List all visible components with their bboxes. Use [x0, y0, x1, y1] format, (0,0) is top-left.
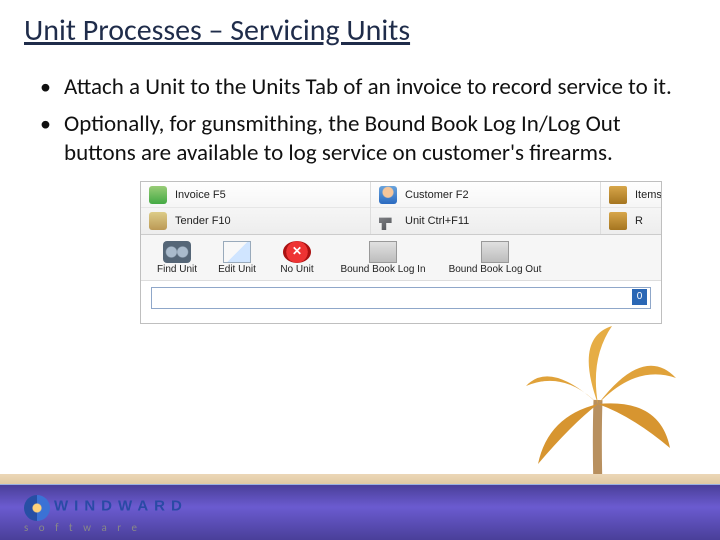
field-indicator-badge: 0	[632, 289, 647, 305]
invoice-label: Invoice F5	[175, 189, 362, 201]
person-icon	[379, 186, 397, 204]
invoice-button[interactable]: Invoice F5	[141, 182, 370, 208]
bullet-list: Attach a Unit to the Units Tab of an inv…	[40, 73, 680, 175]
slide-body: Attach a Unit to the Units Tab of an inv…	[0, 53, 720, 324]
unit-button[interactable]: Unit Ctrl+F11	[371, 208, 600, 234]
tender-label: Tender F10	[175, 215, 362, 227]
input-row: 0	[141, 281, 661, 323]
extra-label: R	[635, 215, 653, 227]
application-screenshot: Invoice F5 Tender F10 Customer F2 Unit C…	[140, 181, 662, 324]
ribbon-bar: Invoice F5 Tender F10 Customer F2 Unit C…	[141, 182, 661, 235]
logo-subtext: s o f t w a r e	[24, 521, 141, 534]
bound-book-logout-label: Bound Book Log Out	[449, 265, 542, 276]
book-icon	[481, 241, 509, 263]
find-unit-button[interactable]: Find Unit	[149, 241, 205, 276]
extra-button[interactable]: R	[601, 208, 661, 234]
box-icon	[609, 186, 627, 204]
logo-brand: WINDWARD	[54, 498, 188, 515]
edit-unit-button[interactable]: Edit Unit	[209, 241, 265, 276]
unit-toolbar: Find Unit Edit Unit No Unit Bound Book L…	[141, 235, 661, 281]
bound-book-logout-button[interactable]: Bound Book Log Out	[441, 241, 549, 276]
bound-book-login-button[interactable]: Bound Book Log In	[329, 241, 437, 276]
no-unit-label: No Unit	[280, 265, 313, 276]
items-button[interactable]: Items	[601, 182, 661, 208]
bullet-item: Attach a Unit to the Units Tab of an inv…	[40, 73, 680, 110]
slide-title: Unit Processes – Servicing Units	[0, 0, 720, 53]
tender-button[interactable]: Tender F10	[141, 208, 370, 234]
money-icon	[149, 186, 167, 204]
items-label: Items	[635, 189, 661, 201]
no-unit-button[interactable]: No Unit	[269, 241, 325, 276]
binoculars-icon	[163, 241, 191, 263]
bound-book-login-label: Bound Book Log In	[340, 265, 425, 276]
edit-icon	[223, 241, 251, 263]
windward-logo: WINDWARD s o f t w a r e	[24, 495, 188, 534]
customer-label: Customer F2	[405, 189, 592, 201]
edit-unit-label: Edit Unit	[218, 265, 256, 276]
bullet-item: Optionally, for gunsmithing, the Bound B…	[40, 110, 680, 176]
gun-icon	[379, 212, 397, 230]
find-unit-label: Find Unit	[157, 265, 197, 276]
cancel-icon	[283, 241, 311, 263]
unit-label: Unit Ctrl+F11	[405, 215, 592, 227]
customer-button[interactable]: Customer F2	[371, 182, 600, 208]
cash-icon	[149, 212, 167, 230]
book-icon	[369, 241, 397, 263]
box-plus-icon	[609, 212, 627, 230]
logo-swirl-icon	[24, 495, 50, 521]
unit-search-input[interactable]	[151, 287, 651, 309]
